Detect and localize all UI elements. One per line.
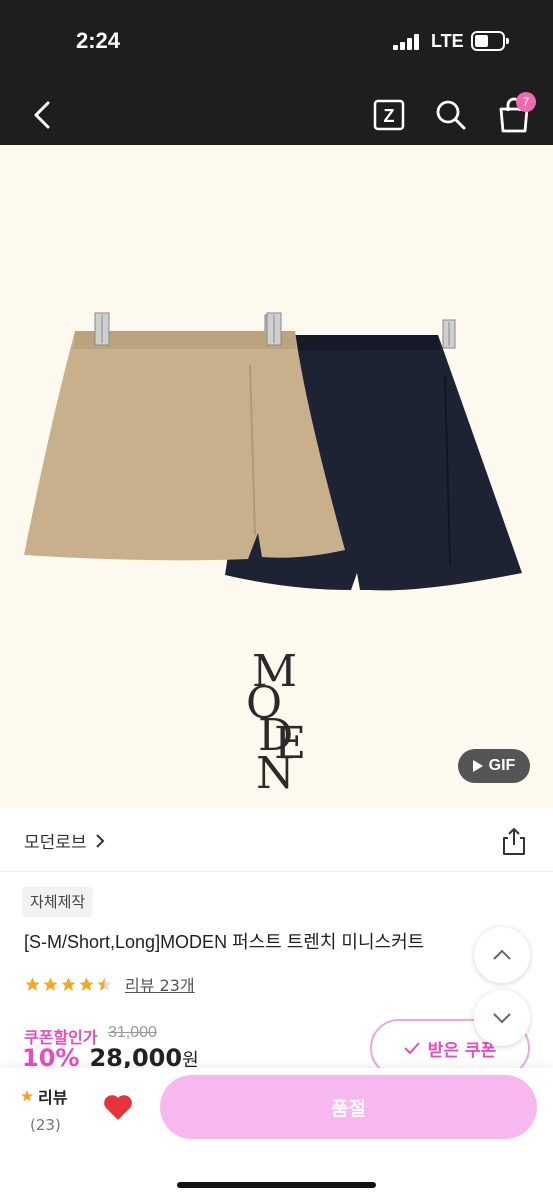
play-icon <box>472 760 483 772</box>
check-icon <box>404 1042 420 1054</box>
gif-badge[interactable]: GIF <box>458 749 530 783</box>
star-icon <box>79 976 94 991</box>
chevron-right-icon <box>95 833 104 848</box>
chevron-up-icon <box>493 949 511 960</box>
search-icon[interactable] <box>434 98 468 132</box>
home-indicator <box>177 1182 376 1188</box>
rating-row: 리뷰 23개 <box>24 972 195 996</box>
star-icon <box>25 976 40 991</box>
product-title: [S-M/Short,Long]MODEN 퍼스트 트렌치 미니스커트 <box>24 932 425 952</box>
star-icon <box>43 976 58 991</box>
star-half-icon <box>97 976 112 991</box>
chevron-left-icon[interactable] <box>26 97 62 133</box>
scroll-up-button[interactable] <box>474 927 530 983</box>
sold-out-button[interactable]: 품절 <box>160 1075 537 1139</box>
bottom-action-bar: 리뷰 (23) 품절 <box>0 1068 553 1200</box>
review-label: 리뷰 <box>38 1088 68 1107</box>
original-price: 31,000 <box>108 1024 157 1041</box>
battery-icon <box>471 31 509 51</box>
review-count: (23) <box>30 1116 61 1134</box>
review-summary[interactable]: 리뷰 (23) <box>20 1084 67 1134</box>
star-icon <box>21 1090 33 1102</box>
network-label: LTE <box>431 31 464 51</box>
nav-bar: Z <box>0 85 553 145</box>
review-link[interactable]: 리뷰 23개 <box>125 972 195 996</box>
brand-name: 모던로브 <box>24 833 87 853</box>
scroll-down-button[interactable] <box>474 990 530 1046</box>
self-made-tag: 자체제작 <box>22 887 94 917</box>
z-logo-icon[interactable]: Z <box>372 98 406 132</box>
z-label: Z <box>384 106 395 126</box>
product-image[interactable]: M O D E N GIF <box>0 145 553 808</box>
heart-icon[interactable] <box>102 1092 134 1122</box>
cart-count-badge: 7 <box>516 92 536 112</box>
share-icon[interactable] <box>500 826 528 856</box>
star-icon <box>61 976 76 991</box>
logo-letter: N <box>256 748 295 799</box>
status-time: 2:24 <box>76 28 121 53</box>
brand-row: 모던로브 <box>0 808 553 872</box>
rating-stars <box>24 976 113 993</box>
status-bar: 2:24 LTE <box>0 0 553 85</box>
gif-label: GIF <box>488 757 516 774</box>
chevron-down-icon <box>493 1013 511 1024</box>
signal-icon <box>393 34 421 50</box>
brand-link[interactable]: 모던로브 <box>24 828 105 853</box>
